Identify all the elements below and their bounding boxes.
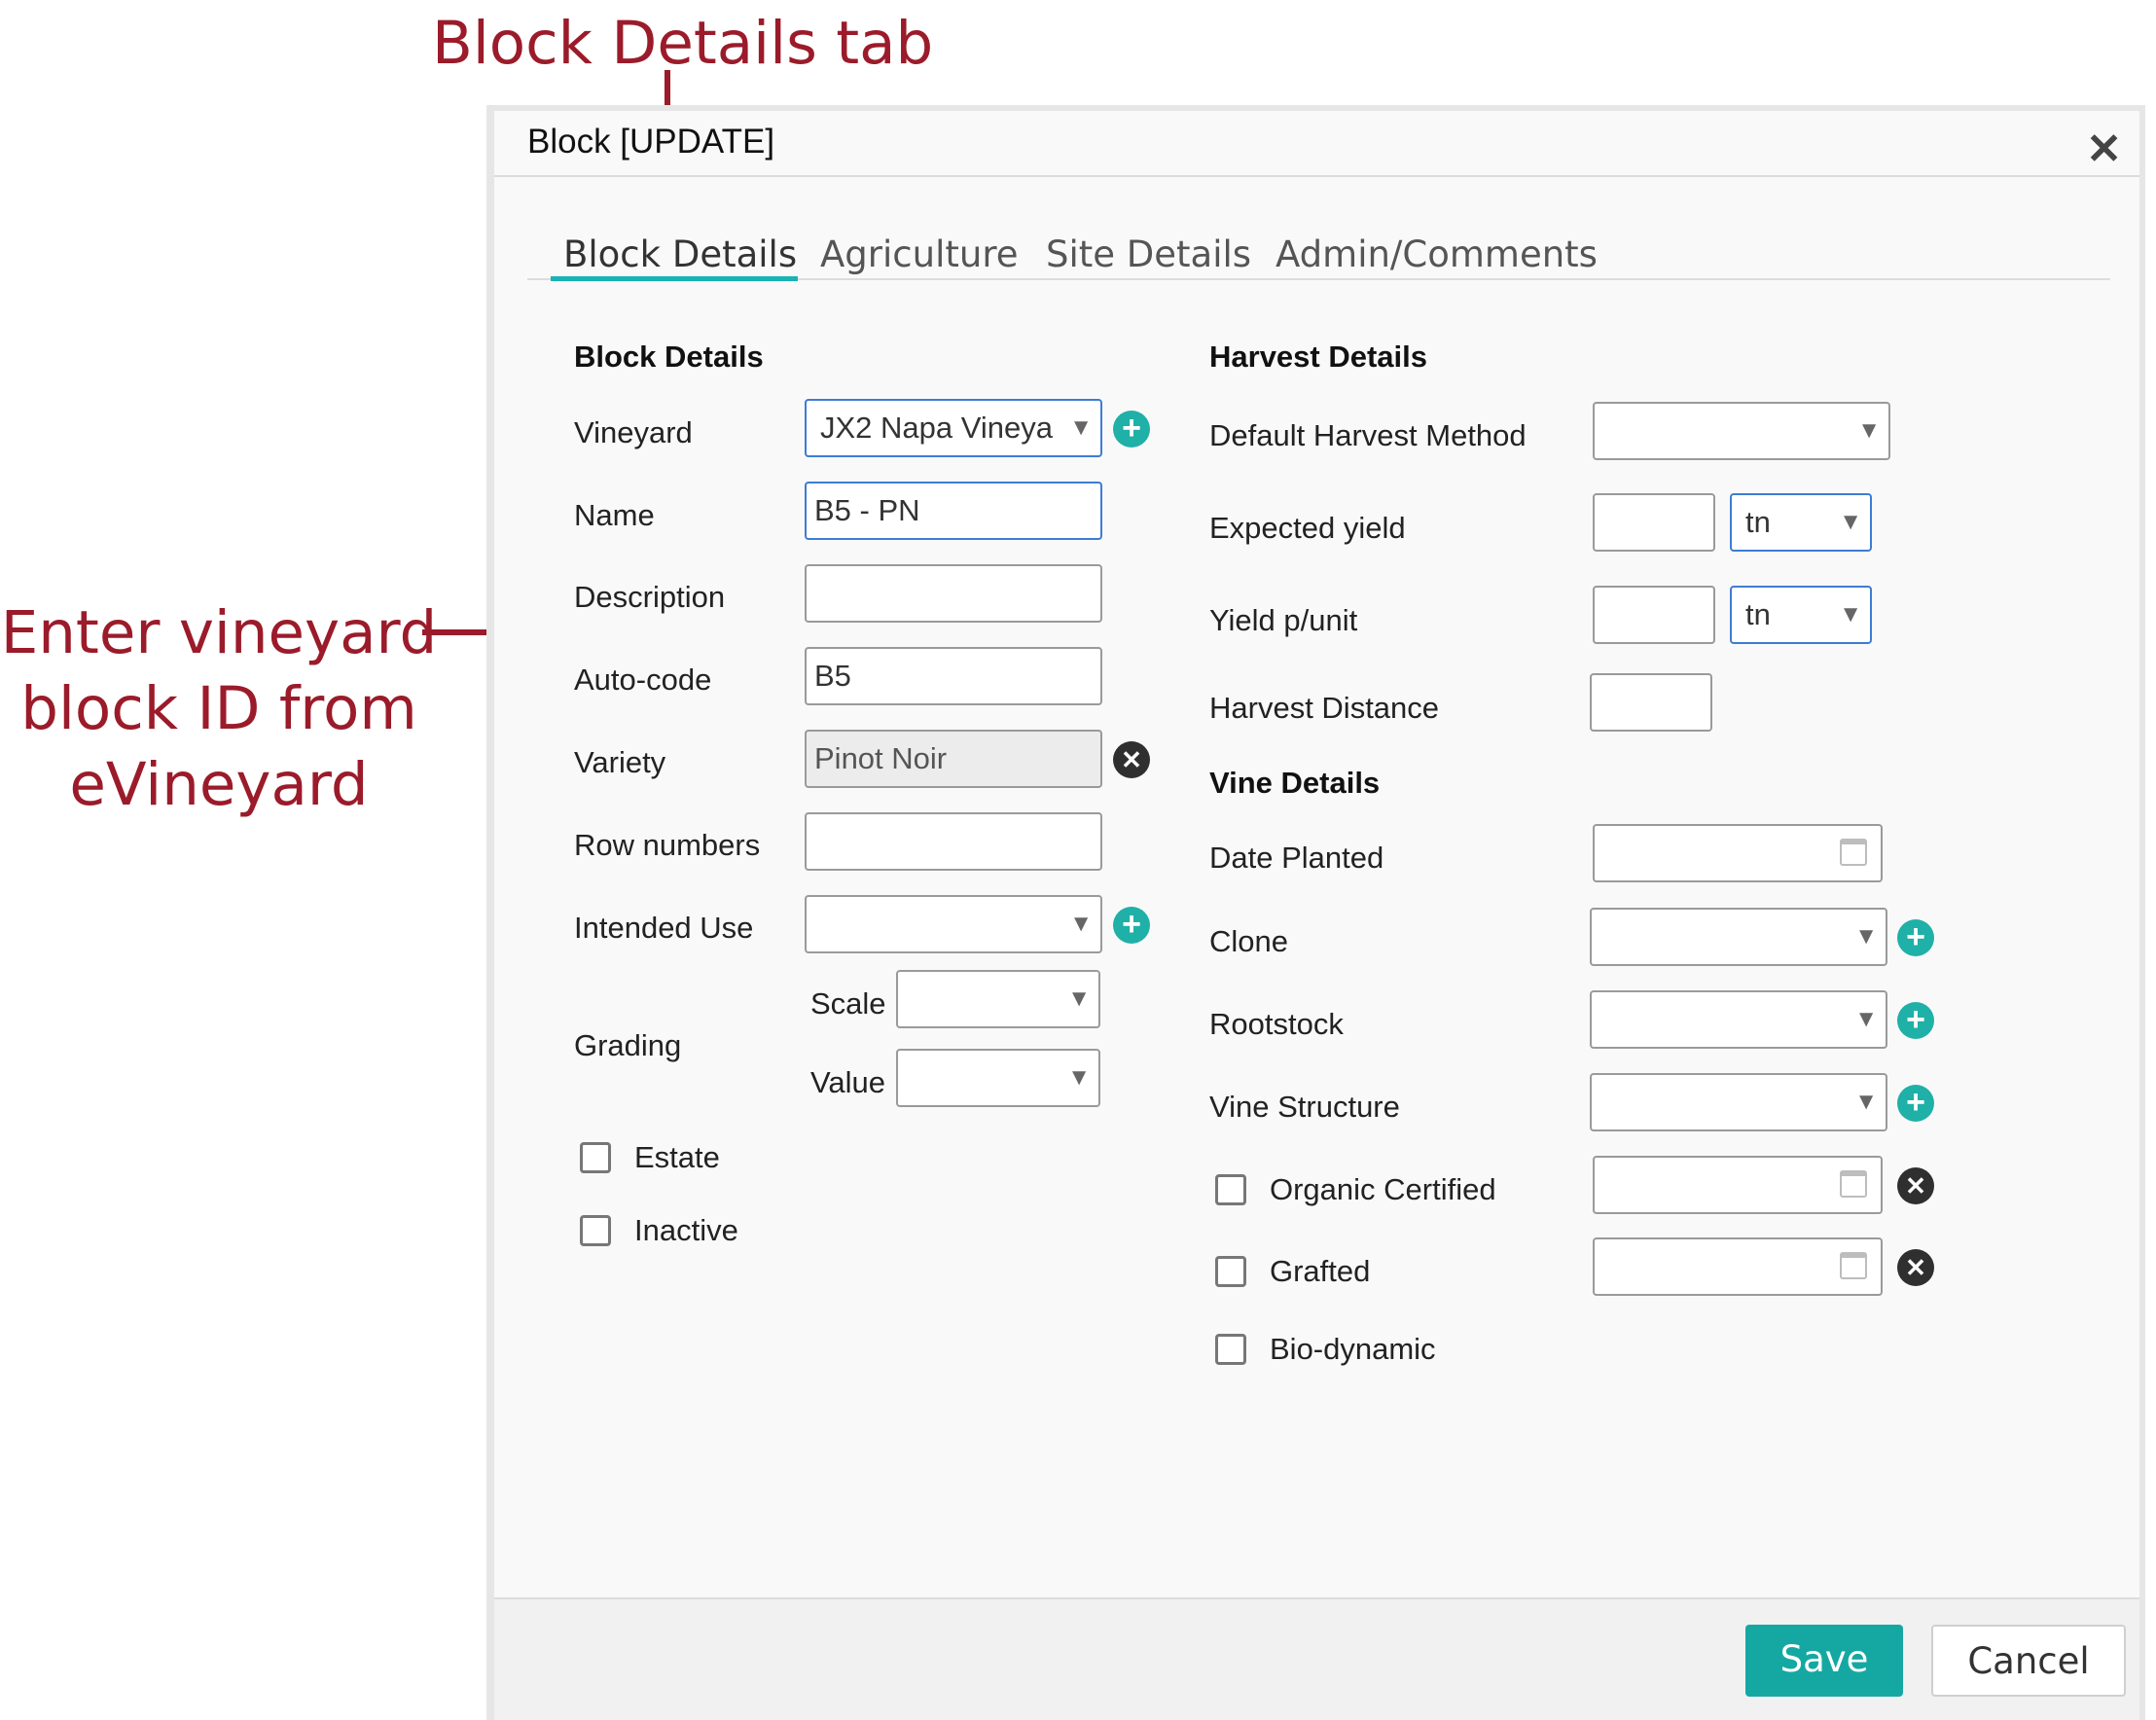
value-label: Value: [810, 1065, 885, 1099]
rootstock-select[interactable]: ▼: [1590, 990, 1887, 1049]
chevron-down-icon: ▼: [1839, 601, 1862, 627]
clone-select[interactable]: ▼: [1590, 908, 1887, 966]
harvest-distance-label: Harvest Distance: [1209, 691, 1440, 725]
chevron-down-icon: ▼: [1067, 1064, 1091, 1091]
expected-yield-label: Expected yield: [1209, 511, 1406, 545]
add-vine-structure-icon[interactable]: +: [1897, 1085, 1934, 1122]
value-select[interactable]: ▼: [896, 1049, 1100, 1107]
tab-site-details[interactable]: Site Details: [1046, 233, 1251, 275]
title-divider: [494, 175, 2139, 177]
add-rootstock-icon[interactable]: +: [1897, 1002, 1934, 1039]
clear-grafted-date-icon[interactable]: ✕: [1897, 1249, 1934, 1286]
add-clone-icon[interactable]: +: [1897, 919, 1934, 956]
inactive-checkbox[interactable]: [580, 1215, 611, 1246]
expected-yield-input[interactable]: [1593, 493, 1715, 552]
yield-punit-unit-select[interactable]: tn ▼: [1730, 586, 1872, 644]
chevron-down-icon: ▼: [1839, 509, 1862, 535]
vine-structure-label: Vine Structure: [1209, 1090, 1400, 1124]
tab-block-details[interactable]: Block Details: [563, 233, 797, 275]
organic-certified-checkbox[interactable]: [1215, 1174, 1246, 1205]
field-callout-line1: Enter vineyard: [0, 598, 438, 667]
clone-label: Clone: [1209, 924, 1288, 958]
tab-admin-comments[interactable]: Admin/Comments: [1276, 233, 1598, 275]
block-details-heading: Block Details: [574, 340, 764, 374]
name-input[interactable]: B5 - PN: [805, 482, 1102, 540]
autocode-input[interactable]: B5: [805, 647, 1102, 705]
expected-yield-unit-select[interactable]: tn ▼: [1730, 493, 1872, 552]
intended-use-select[interactable]: ▼: [805, 895, 1102, 953]
variety-input: Pinot Noir: [805, 730, 1102, 788]
chevron-down-icon: ▼: [1067, 985, 1091, 1012]
add-vineyard-icon[interactable]: +: [1113, 411, 1150, 448]
clear-variety-icon[interactable]: ✕: [1113, 741, 1150, 778]
clear-organic-date-icon[interactable]: ✕: [1897, 1167, 1934, 1204]
grafted-label: Grafted: [1270, 1254, 1371, 1288]
date-planted-label: Date Planted: [1209, 841, 1384, 875]
tab-agriculture[interactable]: Agriculture: [820, 233, 1018, 275]
grafted-date-input[interactable]: [1593, 1237, 1883, 1296]
rootstock-label: Rootstock: [1209, 1007, 1344, 1041]
autocode-label: Auto-code: [574, 663, 712, 697]
row-numbers-input[interactable]: [805, 812, 1102, 871]
cancel-button[interactable]: Cancel: [1931, 1625, 2126, 1697]
bio-dynamic-label: Bio-dynamic: [1270, 1332, 1436, 1366]
yield-punit-input[interactable]: [1593, 586, 1715, 644]
chevron-down-icon: ▼: [1857, 417, 1881, 444]
close-icon[interactable]: ✕: [2086, 128, 2122, 171]
save-button[interactable]: Save: [1745, 1625, 1903, 1697]
chevron-down-icon: ▼: [1854, 1089, 1878, 1115]
vineyard-label: Vineyard: [574, 415, 693, 449]
grafted-checkbox[interactable]: [1215, 1256, 1246, 1287]
date-planted-input[interactable]: [1593, 824, 1883, 882]
chevron-down-icon: ▼: [1854, 923, 1878, 950]
add-intended-use-icon[interactable]: +: [1113, 907, 1150, 944]
dialog-footer: Save Cancel: [494, 1599, 2139, 1720]
vineyard-select[interactable]: JX2 Napa Vineya ▼: [805, 399, 1102, 457]
bio-dynamic-checkbox[interactable]: [1215, 1334, 1246, 1365]
estate-checkbox[interactable]: [580, 1142, 611, 1173]
field-callout-line2: block ID from: [20, 674, 417, 743]
chevron-down-icon: ▼: [1069, 911, 1093, 937]
active-tab-indicator: [551, 276, 798, 281]
organic-certified-label: Organic Certified: [1270, 1172, 1496, 1206]
yield-punit-unit-value: tn: [1745, 597, 1771, 631]
calendar-icon[interactable]: [1840, 1252, 1867, 1279]
tab-bar: Block Details Agriculture Site Details A…: [527, 228, 2110, 281]
vine-details-heading: Vine Details: [1209, 766, 1381, 800]
description-input[interactable]: [805, 564, 1102, 623]
scale-label: Scale: [810, 986, 886, 1021]
calendar-icon[interactable]: [1840, 839, 1867, 866]
scale-select[interactable]: ▼: [896, 970, 1100, 1028]
grading-label: Grading: [574, 1028, 682, 1062]
vine-structure-select[interactable]: ▼: [1590, 1073, 1887, 1131]
name-label: Name: [574, 498, 655, 532]
yield-punit-label: Yield p/unit: [1209, 603, 1358, 637]
inactive-label: Inactive: [634, 1213, 738, 1247]
organic-certified-date-input[interactable]: [1593, 1156, 1883, 1214]
harvest-distance-input[interactable]: [1590, 673, 1712, 732]
estate-label: Estate: [634, 1140, 720, 1174]
variety-label: Variety: [574, 745, 666, 779]
field-callout: Enter vineyard block ID from eVineyard: [0, 595, 438, 823]
chevron-down-icon: ▼: [1069, 414, 1093, 441]
chevron-down-icon: ▼: [1854, 1006, 1878, 1032]
dialog-title: Block [UPDATE]: [527, 123, 775, 161]
field-callout-line3: eVineyard: [69, 750, 369, 819]
block-update-dialog: Block [UPDATE] ✕ Block Details Agricultu…: [486, 105, 2145, 1720]
expected-yield-unit-value: tn: [1745, 505, 1771, 539]
calendar-icon[interactable]: [1840, 1170, 1867, 1198]
description-label: Description: [574, 580, 726, 614]
vineyard-value: JX2 Napa Vineya: [820, 411, 1053, 445]
harvest-details-heading: Harvest Details: [1209, 340, 1428, 374]
tab-callout: Block Details tab: [432, 9, 934, 78]
default-harvest-method-label: Default Harvest Method: [1209, 418, 1527, 452]
intended-use-label: Intended Use: [574, 911, 754, 945]
row-numbers-label: Row numbers: [574, 828, 761, 862]
default-harvest-method-select[interactable]: ▼: [1593, 402, 1890, 460]
